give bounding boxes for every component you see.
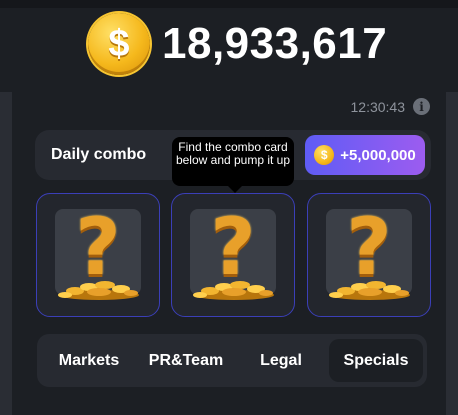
combo-timer: 12:30:43 i xyxy=(350,98,430,115)
tab-specials[interactable]: Specials xyxy=(329,339,423,382)
coin-symbol: $ xyxy=(108,22,130,65)
left-rail xyxy=(0,92,12,415)
tooltip-arrow xyxy=(228,186,242,193)
top-frame xyxy=(0,0,458,8)
info-icon[interactable]: i xyxy=(413,98,430,115)
category-tabs: Markets PR&Team Legal Specials xyxy=(37,334,427,387)
daily-combo-title: Daily combo xyxy=(51,146,147,163)
combo-tooltip: Find the combo card below and pump it up xyxy=(172,137,294,186)
balance-value: 18,933,617 xyxy=(162,19,388,68)
info-symbol: i xyxy=(419,99,424,114)
combo-card-2[interactable]: ? xyxy=(171,193,295,317)
balance-display: $ 18,933,617 xyxy=(88,12,387,76)
coin-symbol: $ xyxy=(320,148,328,162)
tab-markets[interactable]: Markets xyxy=(43,339,135,382)
coin-pile-icon xyxy=(58,281,139,300)
combo-card-1[interactable]: ? xyxy=(36,193,160,317)
coin-icon: $ xyxy=(88,13,150,75)
combo-card-3[interactable]: ? xyxy=(307,193,431,317)
coin-icon: $ xyxy=(314,145,335,165)
tab-pr-team[interactable]: PR&Team xyxy=(137,339,235,382)
combo-reward-value: +5,000,000 xyxy=(340,146,416,164)
timer-value: 12:30:43 xyxy=(350,98,406,115)
tab-legal[interactable]: Legal xyxy=(237,339,325,382)
right-rail xyxy=(446,92,458,415)
coin-pile-icon xyxy=(329,281,410,300)
combo-reward-button[interactable]: $ +5,000,000 xyxy=(305,135,425,175)
coin-pile-icon xyxy=(193,281,274,300)
